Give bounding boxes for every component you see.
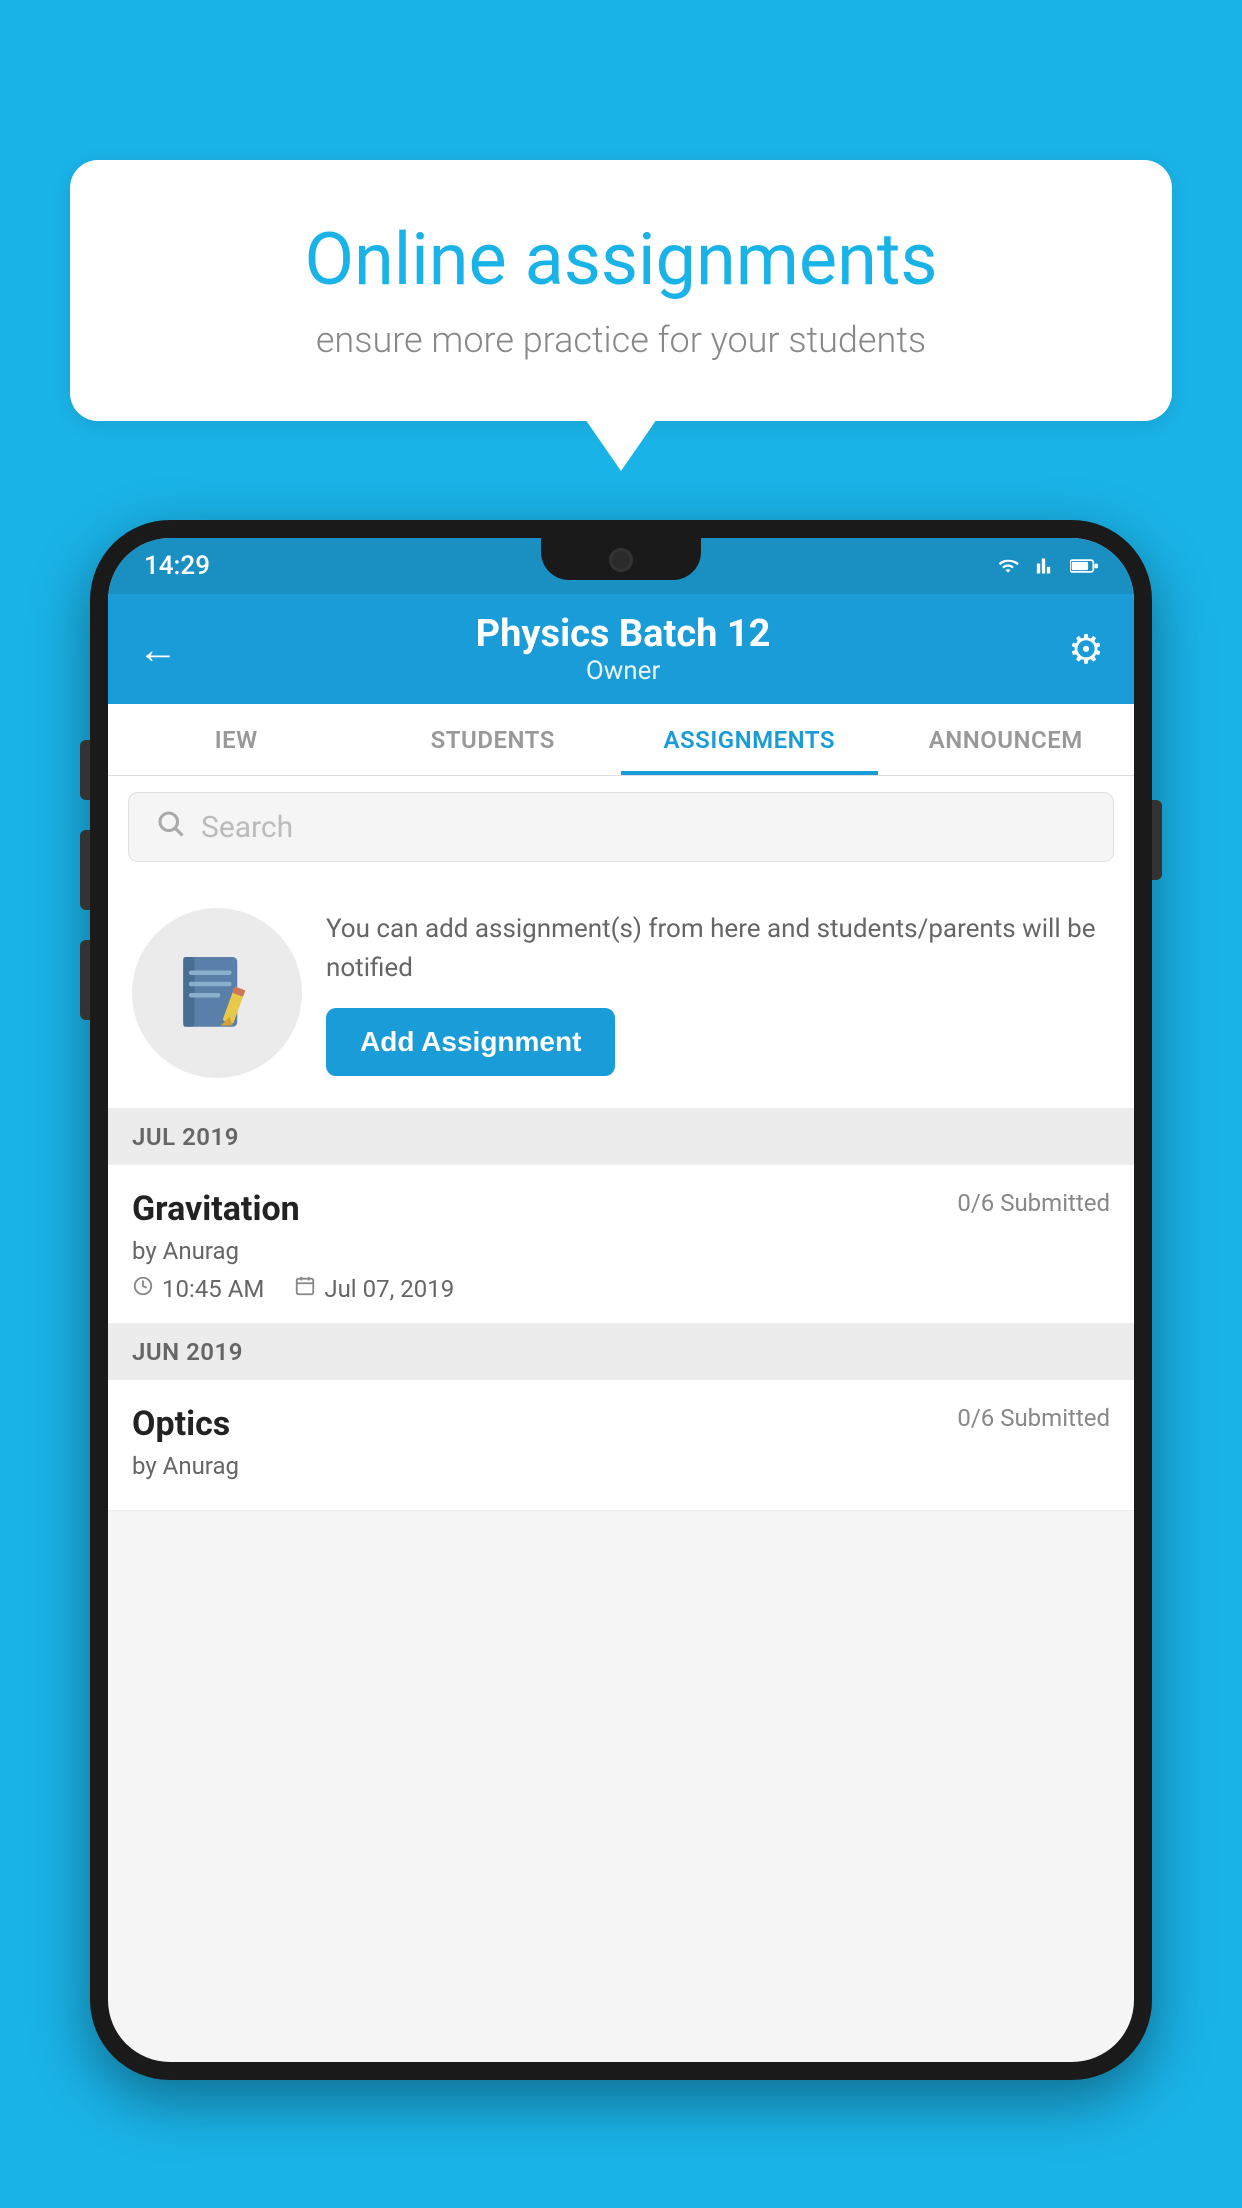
promo-right: You can add assignment(s) from here and … (326, 910, 1110, 1076)
speech-bubble-title: Online assignments (140, 220, 1102, 299)
battery-icon (1070, 556, 1098, 576)
phone-notch (541, 538, 701, 580)
speech-bubble: Online assignments ensure more practice … (70, 160, 1172, 421)
tab-iew[interactable]: IEW (108, 704, 365, 775)
phone-camera (609, 548, 633, 572)
header-subtitle: Owner (476, 656, 771, 686)
promo-icon-circle (132, 908, 302, 1078)
status-icons (994, 556, 1098, 576)
search-bar[interactable]: Search (128, 792, 1114, 862)
speech-bubble-subtitle: ensure more practice for your students (140, 319, 1102, 361)
power-button (80, 740, 90, 800)
section-header-jul-2019: JUL 2019 (108, 1109, 1134, 1165)
assignment-meta: 10:45 AM Jul 07, 2019 (132, 1275, 1110, 1303)
assignment-date: Jul 07, 2019 (294, 1275, 454, 1303)
volume-button-right (1152, 800, 1162, 880)
assignment-name-optics: Optics (132, 1404, 230, 1444)
notebook-icon (172, 948, 262, 1038)
back-button[interactable]: ← (138, 626, 178, 673)
promo-text: You can add assignment(s) from here and … (326, 910, 1110, 988)
search-container: Search (108, 776, 1134, 878)
header-title: Physics Batch 12 (476, 612, 771, 656)
clock-icon (132, 1275, 154, 1303)
tab-students[interactable]: STUDENTS (365, 704, 622, 775)
header-center: Physics Batch 12 Owner (476, 612, 771, 686)
search-input-placeholder: Search (201, 810, 293, 845)
phone-screen: 14:29 ← (108, 538, 1134, 2062)
assignment-by: by Anurag (132, 1237, 1110, 1265)
speech-bubble-container: Online assignments ensure more practice … (70, 160, 1172, 421)
signal-icon (1032, 556, 1060, 576)
assignment-top-row: Gravitation 0/6 Submitted (132, 1189, 1110, 1229)
promo-section: You can add assignment(s) from here and … (108, 878, 1134, 1109)
app-header: ← Physics Batch 12 Owner ⚙ (108, 594, 1134, 704)
assignment-item-optics[interactable]: Optics 0/6 Submitted by Anurag (108, 1380, 1134, 1511)
wifi-icon (994, 556, 1022, 576)
assignment-time: 10:45 AM (132, 1275, 264, 1303)
search-icon (155, 808, 185, 846)
phone-outer: 14:29 ← (90, 520, 1152, 2080)
assignment-item-gravitation[interactable]: Gravitation 0/6 Submitted by Anurag 10:4… (108, 1165, 1134, 1324)
add-assignment-button[interactable]: Add Assignment (326, 1008, 615, 1076)
tab-announcements[interactable]: ANNOUNCEM (878, 704, 1135, 775)
volume-up-button (80, 830, 90, 910)
settings-icon[interactable]: ⚙ (1068, 626, 1104, 673)
phone-container: 14:29 ← (90, 520, 1152, 2208)
status-time: 14:29 (144, 551, 210, 581)
assignment-submitted-optics: 0/6 Submitted (957, 1404, 1110, 1432)
assignment-name: Gravitation (132, 1189, 300, 1229)
tabs-bar: IEW STUDENTS ASSIGNMENTS ANNOUNCEM (108, 704, 1134, 776)
calendar-icon (294, 1275, 316, 1303)
tab-assignments[interactable]: ASSIGNMENTS (621, 704, 878, 775)
assignment-submitted: 0/6 Submitted (957, 1189, 1110, 1217)
assignment-top-row-optics: Optics 0/6 Submitted (132, 1404, 1110, 1444)
section-header-jun-2019: JUN 2019 (108, 1324, 1134, 1380)
volume-down-button (80, 940, 90, 1020)
assignment-by-optics: by Anurag (132, 1452, 1110, 1480)
